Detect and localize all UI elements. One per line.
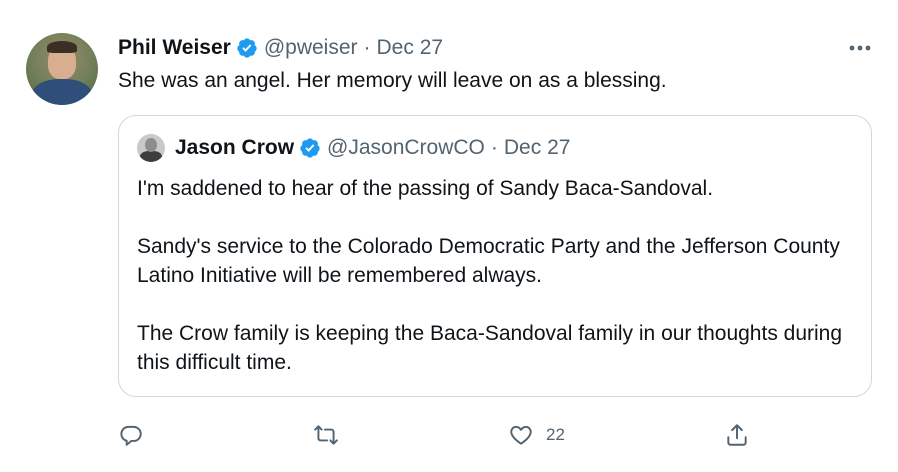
verified-badge-icon <box>236 37 258 59</box>
avatar-hair <box>47 41 77 53</box>
quoted-tweet-text: I'm saddened to hear of the passing of S… <box>137 174 852 377</box>
tweet[interactable]: Phil Weiser @pweiser · Dec 27 She was an… <box>0 0 898 472</box>
quoted-avatar-shirt <box>140 151 162 162</box>
quoted-author-handle: @JasonCrowCO <box>327 136 485 159</box>
like-count: 22 <box>546 425 565 444</box>
reply-icon <box>120 425 142 446</box>
quoted-tweet-header: Jason Crow @JasonCrowCO · Dec 27 <box>137 134 570 162</box>
quoted-paragraph: Sandy's service to the Colorado Democrat… <box>137 235 840 287</box>
quoted-author-name: Jason Crow <box>175 136 295 159</box>
more-options-icon[interactable] <box>843 35 877 61</box>
like-button[interactable]: 22 <box>508 420 565 450</box>
quoted-avatar-face <box>145 138 157 152</box>
quoted-avatar <box>137 134 165 162</box>
quoted-verified-badge-icon <box>299 137 321 159</box>
quoted-paragraph: I'm saddened to hear of the passing of S… <box>137 177 714 200</box>
tweet-actions: 22 <box>118 420 858 450</box>
share-button[interactable] <box>724 420 750 450</box>
author-handle[interactable]: @pweiser <box>264 36 358 60</box>
author-name[interactable]: Phil Weiser <box>118 36 231 60</box>
quoted-tweet-date: Dec 27 <box>503 136 571 159</box>
retweet-button[interactable] <box>313 420 339 450</box>
quoted-paragraph: The Crow family is keeping the Baca-Sand… <box>137 322 843 374</box>
tweet-text: She was an angel. Her memory will leave … <box>118 69 667 92</box>
heart-icon <box>510 425 532 445</box>
tweet-date[interactable]: Dec 27 <box>377 36 444 60</box>
avatar[interactable] <box>26 33 98 105</box>
avatar-shirt <box>32 79 92 105</box>
quoted-separator-dot: · <box>490 136 498 159</box>
separator-dot: · <box>363 36 371 59</box>
reply-button[interactable] <box>118 420 144 450</box>
tweet-header: Phil Weiser @pweiser · Dec 27 <box>118 34 443 62</box>
share-icon <box>727 424 747 446</box>
quoted-tweet[interactable]: Jason Crow @JasonCrowCO · Dec 27 I'm sad… <box>118 115 872 397</box>
retweet-icon <box>314 425 338 445</box>
